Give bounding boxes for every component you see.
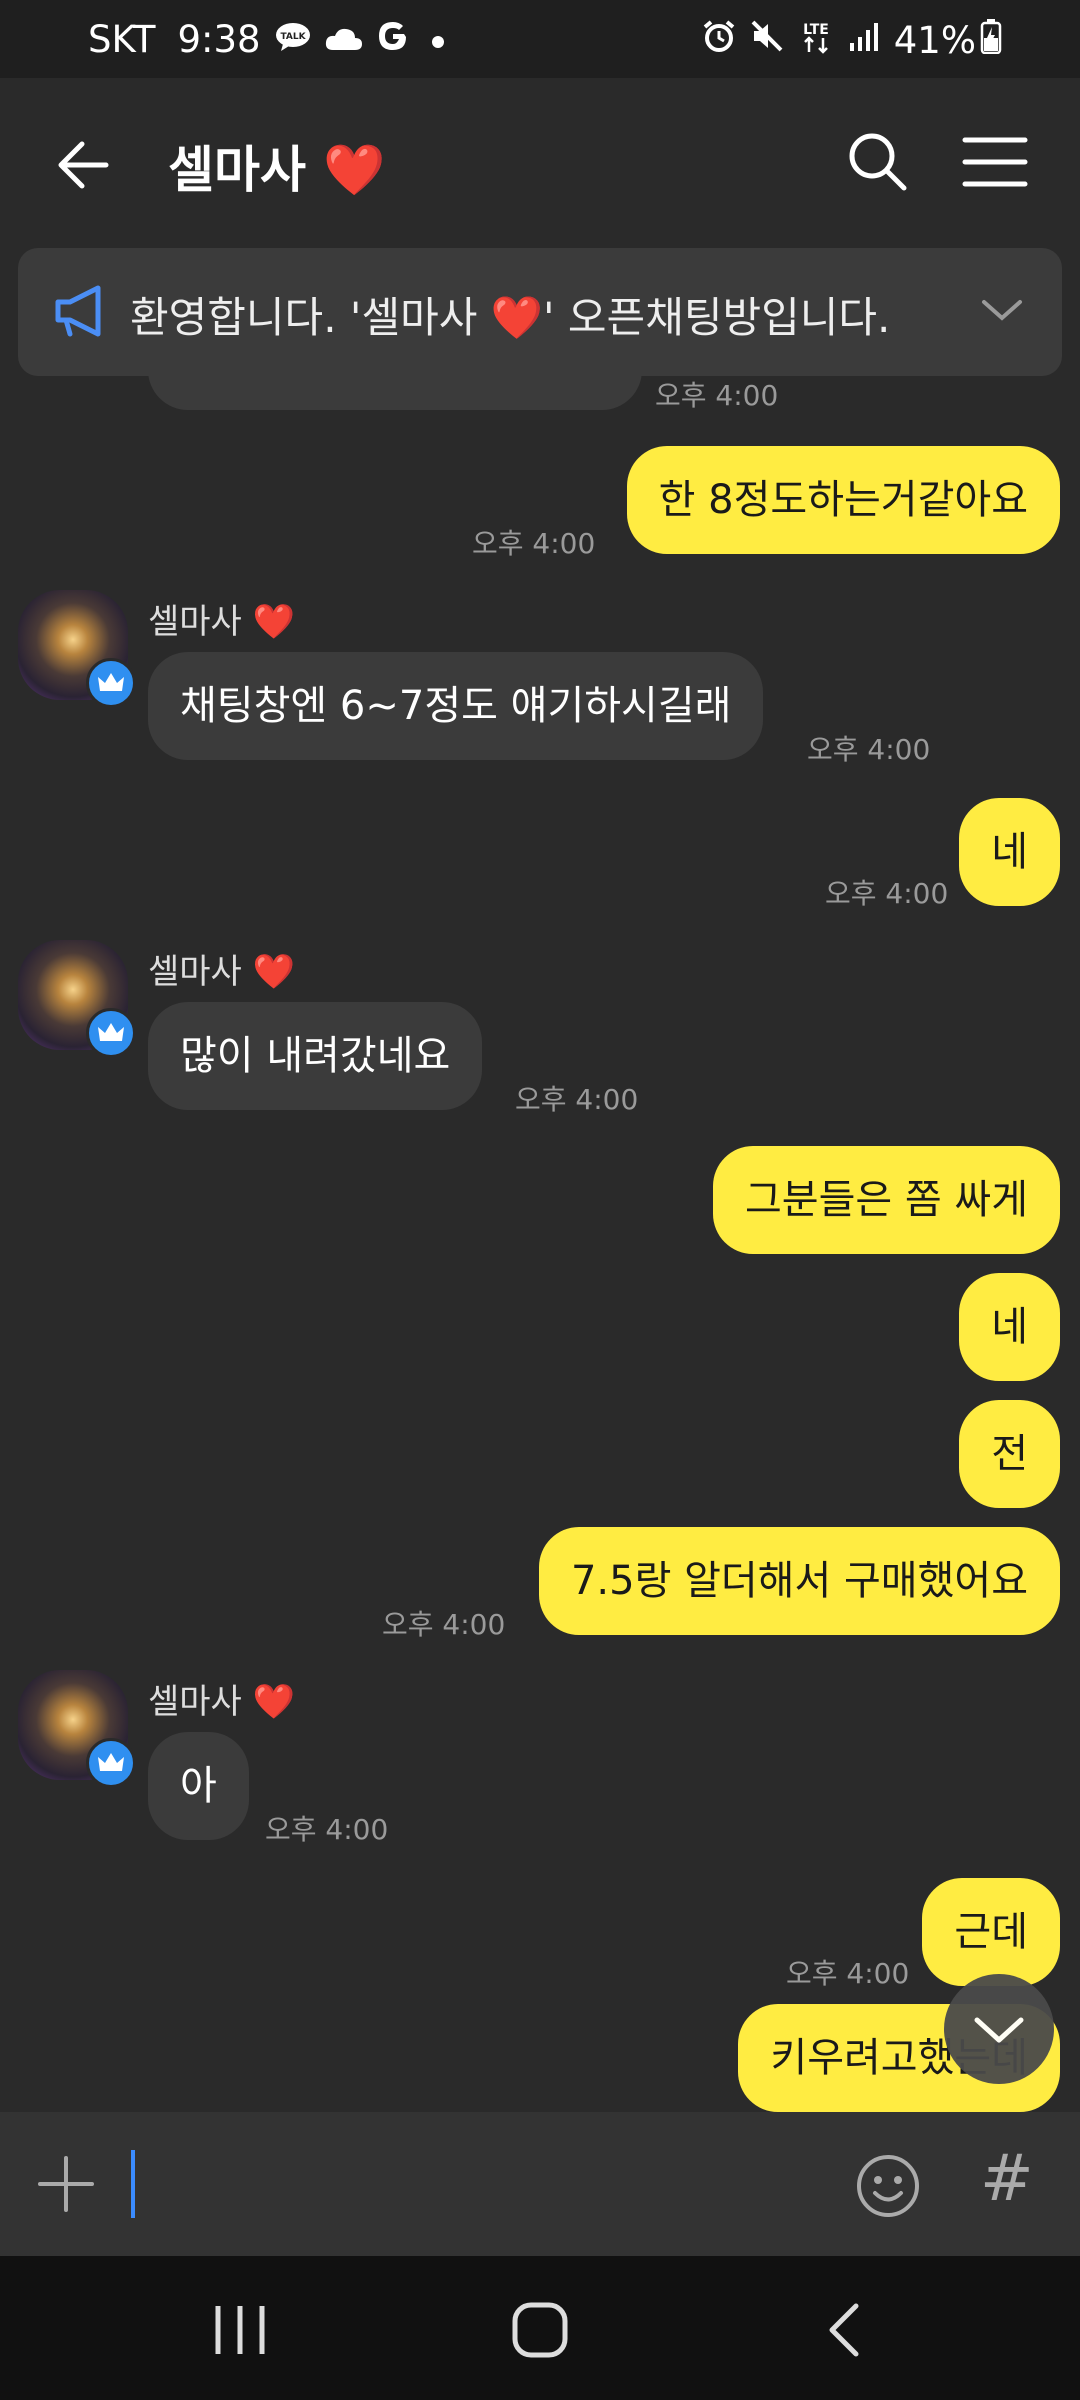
crown-icon bbox=[86, 1008, 136, 1058]
megaphone-icon bbox=[52, 284, 110, 342]
battery-icon bbox=[980, 18, 1002, 63]
lte-icon: LTE bbox=[798, 18, 834, 63]
my-message-bubble[interactable]: 7.5랑 알더해서 구매했어요 bbox=[538, 1527, 1060, 1635]
svg-text:TALK: TALK bbox=[280, 32, 306, 42]
chat-title: 셀마사 ❤️ bbox=[168, 141, 386, 199]
dot-icon bbox=[423, 18, 453, 61]
sender-name: 셀마사 ❤️ bbox=[148, 602, 295, 642]
message-time: 오후 4:00 bbox=[382, 1608, 506, 1641]
status-bar: SKT 9:38 TALK LTE 41% bbox=[0, 0, 1080, 78]
back-button[interactable] bbox=[50, 130, 120, 200]
signal-icon bbox=[848, 19, 880, 62]
hash-tag-button[interactable]: # bbox=[980, 2142, 1034, 2216]
avatar[interactable] bbox=[18, 590, 136, 708]
clock: 9:38 bbox=[177, 18, 261, 61]
crown-icon bbox=[86, 1738, 136, 1788]
sender-name: 셀마사 ❤️ bbox=[148, 952, 295, 992]
crown-icon bbox=[86, 658, 136, 708]
message-time: 오후 4:00 bbox=[807, 733, 931, 766]
scroll-to-bottom-button[interactable] bbox=[944, 1974, 1054, 2084]
my-message-bubble[interactable]: 한 8정도하는거같아요 bbox=[626, 446, 1060, 554]
chevron-down-icon[interactable] bbox=[980, 296, 1024, 328]
avatar[interactable] bbox=[18, 1670, 136, 1788]
message-input-bar: # bbox=[0, 2112, 1080, 2256]
sender-name: 셀마사 ❤️ bbox=[148, 1682, 295, 1722]
google-icon bbox=[377, 18, 409, 61]
chevron-down-icon bbox=[974, 2017, 1024, 2043]
search-button[interactable] bbox=[846, 130, 910, 194]
recent-apps-icon[interactable] bbox=[212, 2302, 268, 2362]
avatar[interactable] bbox=[18, 940, 136, 1058]
message-input[interactable] bbox=[131, 2150, 135, 2218]
message-time: 오후 4:00 bbox=[825, 877, 949, 910]
back-nav-icon[interactable] bbox=[820, 2302, 870, 2362]
other-message-bubble[interactable]: 아 bbox=[148, 1732, 249, 1840]
cloud-icon bbox=[325, 18, 363, 61]
alarm-icon bbox=[702, 19, 736, 62]
other-message-bubble[interactable]: 많이 내려갔네요 bbox=[148, 1002, 483, 1110]
battery-percent: 41% bbox=[893, 19, 976, 62]
notice-text: 환영합니다. '셀마사 ❤️' 오픈채팅방입니다. bbox=[130, 293, 891, 342]
emoji-icon[interactable] bbox=[854, 2152, 922, 2224]
message-time: 오후 4:00 bbox=[786, 1957, 910, 1990]
message-time: 오후 4:00 bbox=[265, 1813, 389, 1846]
notice-banner[interactable]: 환영합니다. '셀마사 ❤️' 오픈채팅방입니다. bbox=[18, 248, 1062, 376]
message-time: 오후 4:00 bbox=[515, 1083, 639, 1116]
my-message-bubble[interactable]: 전 bbox=[959, 1400, 1060, 1508]
system-nav-bar bbox=[0, 2256, 1080, 2400]
mute-icon bbox=[750, 19, 784, 62]
home-icon[interactable] bbox=[510, 2300, 570, 2364]
chat-header: 셀마사 ❤️ bbox=[0, 78, 1080, 248]
talk-icon: TALK bbox=[275, 18, 311, 61]
my-message-bubble[interactable]: 그분들은 쫌 싸게 bbox=[712, 1146, 1060, 1254]
message-time: 오후 4:00 bbox=[655, 379, 779, 412]
carrier-label: SKT bbox=[88, 18, 156, 61]
other-message-bubble[interactable]: 채팅창엔 6~7정도 얘기하시길래 bbox=[148, 652, 764, 760]
message-time: 오후 4:00 bbox=[472, 527, 596, 560]
my-message-bubble[interactable]: 네 bbox=[959, 798, 1060, 906]
my-message-bubble[interactable]: 근데 bbox=[922, 1878, 1060, 1986]
menu-button[interactable] bbox=[962, 134, 1028, 190]
plus-icon[interactable] bbox=[36, 2154, 96, 2218]
my-message-bubble[interactable]: 네 bbox=[959, 1273, 1060, 1381]
svg-text:LTE: LTE bbox=[803, 22, 829, 38]
